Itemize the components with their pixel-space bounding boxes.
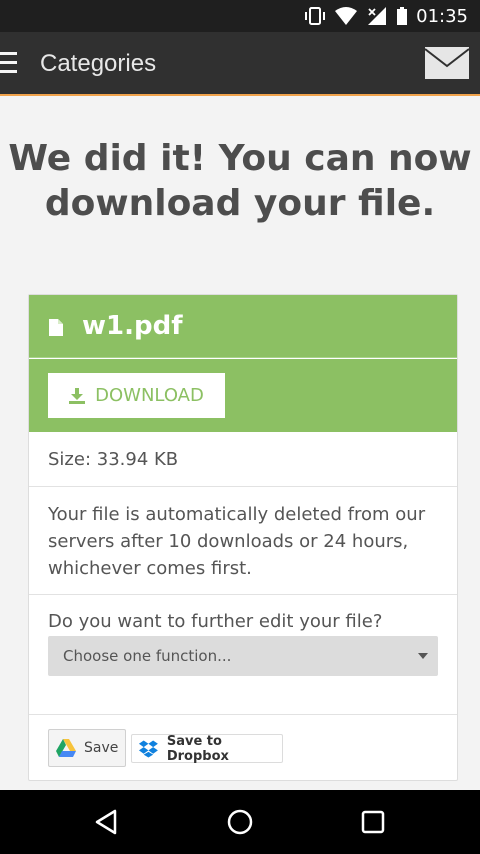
- save-to-google-drive-button[interactable]: Save: [48, 729, 126, 767]
- menu-icon[interactable]: [0, 52, 18, 76]
- wifi-icon: [335, 7, 358, 25]
- file-size: Size: 33.94 KB: [48, 449, 179, 470]
- further-edit-question: Do you want to further edit your file?: [48, 611, 383, 632]
- vibrate-icon: [305, 7, 326, 25]
- deletion-note: Your file is automatically deleted from …: [48, 504, 426, 579]
- save-to-dropbox-button[interactable]: Save to Dropbox: [131, 733, 283, 764]
- save-to-dropbox-label: Save to Dropbox: [166, 733, 229, 764]
- file-header: w1.pdf: [29, 295, 457, 358]
- download-button[interactable]: DOWNLOAD: [48, 373, 225, 418]
- file-size-row: Size: 33.94 KB: [29, 432, 457, 487]
- save-options-row: Save Save to Dropbox: [29, 715, 457, 781]
- success-heading: We did it! You can now download your fil…: [0, 136, 480, 226]
- caret-down-icon: [418, 653, 428, 659]
- download-area: DOWNLOAD: [29, 359, 457, 432]
- file-icon: [49, 319, 63, 336]
- app-bar: Categories: [0, 32, 480, 96]
- save-to-google-drive-label: Save: [84, 740, 119, 756]
- download-icon: [69, 387, 86, 404]
- signal-icon: [368, 7, 387, 25]
- recents-icon[interactable]: [357, 806, 389, 838]
- home-icon[interactable]: [224, 806, 256, 838]
- status-time: 01:35: [416, 5, 468, 27]
- app-title: Categories: [40, 50, 157, 77]
- mail-icon[interactable]: [424, 46, 470, 80]
- function-select-value: Choose one function...: [63, 647, 232, 665]
- dropbox-icon: [138, 739, 158, 758]
- back-icon[interactable]: [91, 806, 123, 838]
- function-select[interactable]: Choose one function...: [48, 636, 438, 676]
- success-heading-line2: download your file.: [44, 183, 436, 224]
- file-name: w1.pdf: [82, 311, 183, 341]
- battery-icon: [397, 7, 408, 25]
- download-button-label: DOWNLOAD: [95, 385, 204, 406]
- success-heading-line1: We did it! You can now: [8, 138, 472, 179]
- status-bar: 01:35: [0, 0, 480, 32]
- further-edit-row: Do you want to further edit your file? C…: [29, 595, 457, 715]
- deletion-note-row: Your file is automatically deleted from …: [29, 487, 457, 595]
- status-icons: 01:35: [304, 0, 468, 32]
- file-card: w1.pdf DOWNLOAD Size: 33.94 KB Your file…: [28, 294, 458, 781]
- navigation-bar: [0, 790, 480, 854]
- google-drive-icon: [56, 739, 76, 757]
